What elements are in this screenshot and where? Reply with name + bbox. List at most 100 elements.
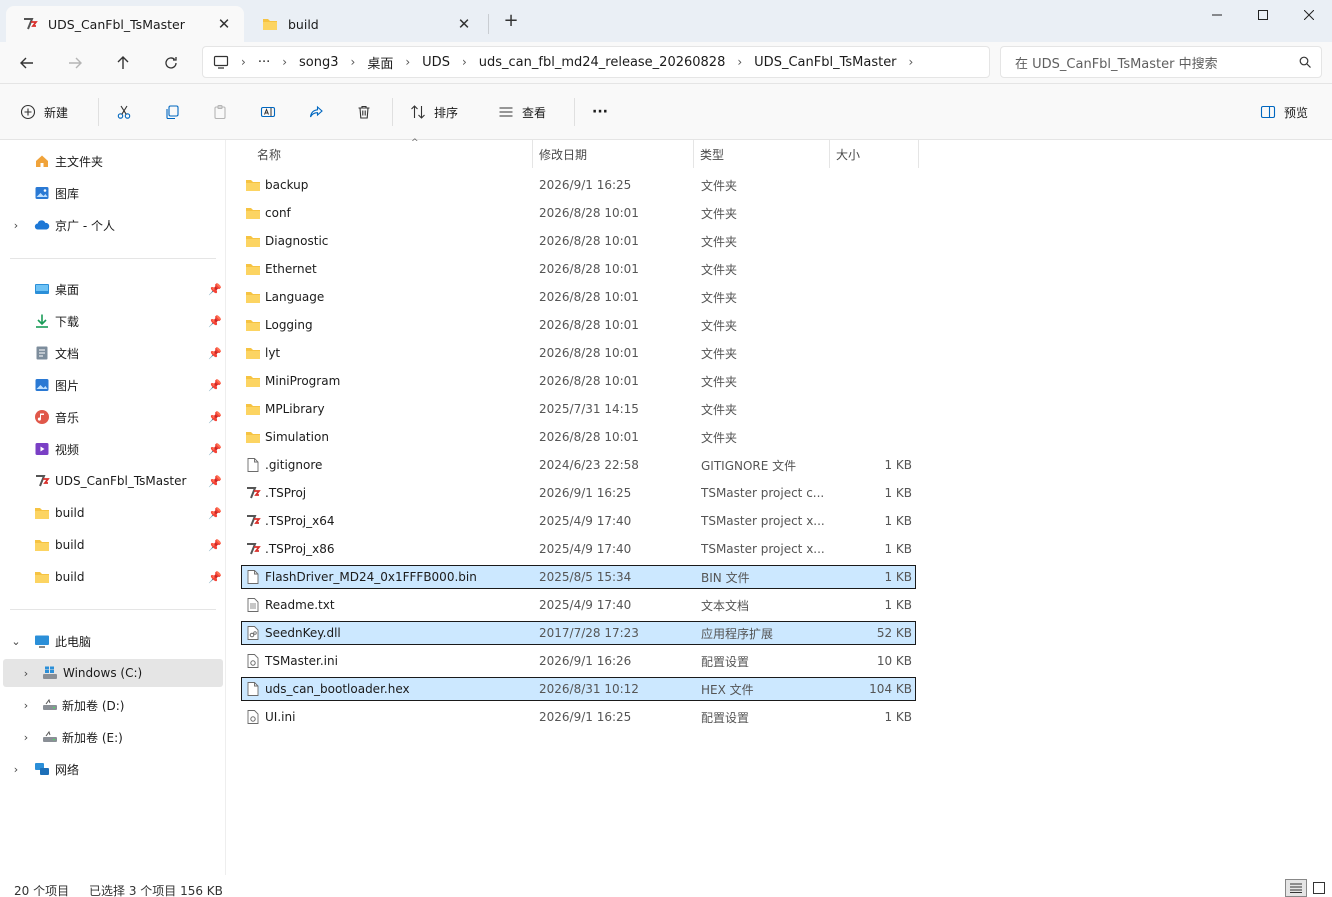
nav-item-this-pc[interactable]: ⌄ 此电脑 [0, 627, 226, 655]
chevron-right-icon[interactable]: › [20, 731, 32, 744]
nav-item-drive-d[interactable]: › 新加卷 (D:) [0, 691, 226, 719]
new-button[interactable]: 新建 [20, 100, 68, 124]
table-row[interactable]: .TSProj_x64 2025/4/9 17:40 TSMaster projec… [241, 509, 916, 533]
pin-icon[interactable]: 📌 [208, 347, 222, 360]
chevron-right-icon: › [461, 55, 467, 69]
breadcrumb-overflow[interactable]: ··· [248, 55, 280, 70]
nav-item-pictures[interactable]: 图片 📌 [0, 371, 226, 399]
pin-icon[interactable]: 📌 [208, 443, 222, 456]
nav-item-build[interactable]: build 📌 [0, 531, 226, 559]
table-row[interactable]: Ethernet 2026/8/28 10:01 文件夹 [241, 257, 916, 281]
chevron-right-icon[interactable]: › [20, 699, 32, 712]
tab-uds-canfbl-tsmaster[interactable]: UDS_CanFbl_TsMaster ✕ [6, 6, 244, 42]
chevron-right-icon[interactable]: › [10, 219, 22, 232]
breadcrumb-item[interactable]: uds_can_fbl_md24_release_20260828 [469, 55, 736, 70]
column-header-name[interactable]: 名称 ^ [251, 138, 533, 168]
column-divider[interactable] [918, 140, 919, 168]
maximize-button[interactable] [1240, 0, 1286, 30]
nav-item-videos[interactable]: 视频 📌 [0, 435, 226, 463]
pin-icon[interactable]: 📌 [208, 539, 222, 552]
table-row[interactable]: Language 2026/8/28 10:01 文件夹 [241, 285, 916, 309]
nav-item-downloads[interactable]: 下载 📌 [0, 307, 226, 335]
file-name: .TSProj_x86 [265, 542, 335, 556]
pin-icon[interactable]: 📌 [208, 283, 222, 296]
column-header-type[interactable]: 类型 [694, 140, 828, 168]
table-row[interactable]: lyt 2026/8/28 10:01 文件夹 [241, 341, 916, 365]
copy-button[interactable] [164, 100, 180, 124]
tab-build[interactable]: build ✕ [246, 6, 484, 42]
table-row[interactable]: MiniProgram 2026/8/28 10:01 文件夹 [241, 369, 916, 393]
nav-item-uds-canfbl-tsmaster[interactable]: UDS_CanFbl_TsMaster 📌 [0, 467, 226, 495]
chevron-right-icon: › [737, 55, 743, 69]
table-row[interactable]: FlashDriver_MD24_0x1FFFB000.bin 2025/8/5 … [241, 565, 916, 589]
pin-icon[interactable]: 📌 [208, 411, 222, 424]
cut-button[interactable] [116, 100, 132, 124]
nav-item-home[interactable]: 主文件夹 [0, 147, 226, 175]
close-window-button[interactable] [1286, 0, 1332, 30]
nav-item-onedrive[interactable]: › 京广 - 个人 [0, 211, 226, 239]
table-row[interactable]: TSMaster.ini 2026/9/1 16:26 配置设置 10 KB [241, 649, 916, 673]
column-header-date[interactable]: 修改日期 [533, 140, 693, 168]
nav-item-build[interactable]: build 📌 [0, 499, 226, 527]
rename-button[interactable] [260, 100, 276, 124]
tiles-view-button[interactable] [1308, 879, 1330, 897]
breadcrumb-item[interactable]: UDS [412, 55, 460, 70]
table-row[interactable]: .TSProj_x86 2025/4/9 17:40 TSMaster projec… [241, 537, 916, 561]
nav-item-drive-e[interactable]: › 新加卷 (E:) [0, 723, 226, 751]
nav-label: 文档 [55, 346, 80, 361]
file-size: 1 KB [884, 486, 912, 500]
more-options-button[interactable]: ··· [592, 100, 608, 124]
table-row[interactable]: Logging 2026/8/28 10:01 文件夹 [241, 313, 916, 337]
table-row[interactable]: uds_can_bootloader.hex 2026/8/31 10:12 HEX… [241, 677, 916, 701]
table-row[interactable]: .TSProj 2026/9/1 16:25 TSMaster project c.… [241, 481, 916, 505]
chevron-down-icon[interactable]: ⌄ [10, 635, 22, 648]
chevron-right-icon[interactable]: › [10, 763, 22, 776]
up-button[interactable] [110, 50, 136, 76]
table-row[interactable]: UI.ini 2026/9/1 16:25 配置设置 1 KB [241, 705, 916, 729]
refresh-button[interactable] [158, 50, 184, 76]
sort-button[interactable]: 排序 [410, 100, 458, 124]
nav-item-gallery[interactable]: 图库 [0, 179, 226, 207]
breadcrumb-item[interactable]: song3 [289, 55, 349, 70]
table-row[interactable]: Diagnostic 2026/8/28 10:01 文件夹 [241, 229, 916, 253]
nav-item-desktop[interactable]: 桌面 📌 [0, 275, 226, 303]
pin-icon[interactable]: 📌 [208, 475, 222, 488]
file-icon [245, 681, 261, 697]
nav-item-music[interactable]: 音乐 📌 [0, 403, 226, 431]
breadcrumb-item[interactable]: 桌面 [357, 53, 403, 72]
table-row[interactable]: conf 2026/8/28 10:01 文件夹 [241, 201, 916, 225]
paste-button[interactable] [212, 100, 228, 124]
nav-item-documents[interactable]: 文档 📌 [0, 339, 226, 367]
pin-icon[interactable]: 📌 [208, 379, 222, 392]
folder-icon [245, 345, 261, 361]
breadcrumb[interactable]: › ··· › song3 › 桌面 › UDS › uds_can_fbl_m… [202, 46, 990, 78]
delete-button[interactable] [356, 100, 372, 124]
pin-icon[interactable]: 📌 [208, 315, 222, 328]
pin-icon[interactable]: 📌 [208, 571, 222, 584]
close-tab-icon[interactable]: ✕ [456, 15, 472, 33]
pin-icon[interactable]: 📌 [208, 507, 222, 520]
forward-button[interactable] [62, 50, 88, 76]
close-icon [1304, 10, 1314, 20]
table-row[interactable]: Readme.txt 2025/4/9 17:40 文本文档 1 KB [241, 593, 916, 617]
table-row[interactable]: Simulation 2026/8/28 10:01 文件夹 [241, 425, 916, 449]
table-row[interactable]: .gitignore 2024/6/23 22:58 GITIGNORE 文件 1 K… [241, 453, 916, 477]
table-row[interactable]: SeednKey.dll 2017/7/28 17:23 应用程序扩展 52 KB [241, 621, 916, 645]
nav-item-network[interactable]: › 网络 [0, 755, 226, 783]
back-button[interactable] [14, 50, 40, 76]
new-tab-button[interactable]: + [500, 10, 522, 32]
nav-item-drive-c[interactable]: › Windows (C:) [3, 659, 223, 687]
nav-item-build[interactable]: build 📌 [0, 563, 226, 591]
chevron-right-icon[interactable]: › [20, 667, 32, 680]
table-row[interactable]: backup 2026/9/1 16:25 文件夹 [241, 173, 916, 197]
breadcrumb-item[interactable]: UDS_CanFbl_TsMaster [744, 55, 906, 70]
share-button[interactable] [308, 100, 324, 124]
table-row[interactable]: MPLibrary 2025/7/31 14:15 文件夹 [241, 397, 916, 421]
search-input[interactable]: 在 UDS_CanFbl_TsMaster 中搜索 [1000, 46, 1322, 78]
column-header-size[interactable]: 大小 [830, 140, 918, 168]
details-view-button[interactable] [1285, 879, 1307, 897]
minimize-button[interactable] [1194, 0, 1240, 30]
view-button[interactable]: 查看 [498, 100, 546, 124]
close-tab-icon[interactable]: ✕ [216, 15, 232, 33]
preview-pane-button[interactable]: 预览 [1260, 100, 1308, 124]
